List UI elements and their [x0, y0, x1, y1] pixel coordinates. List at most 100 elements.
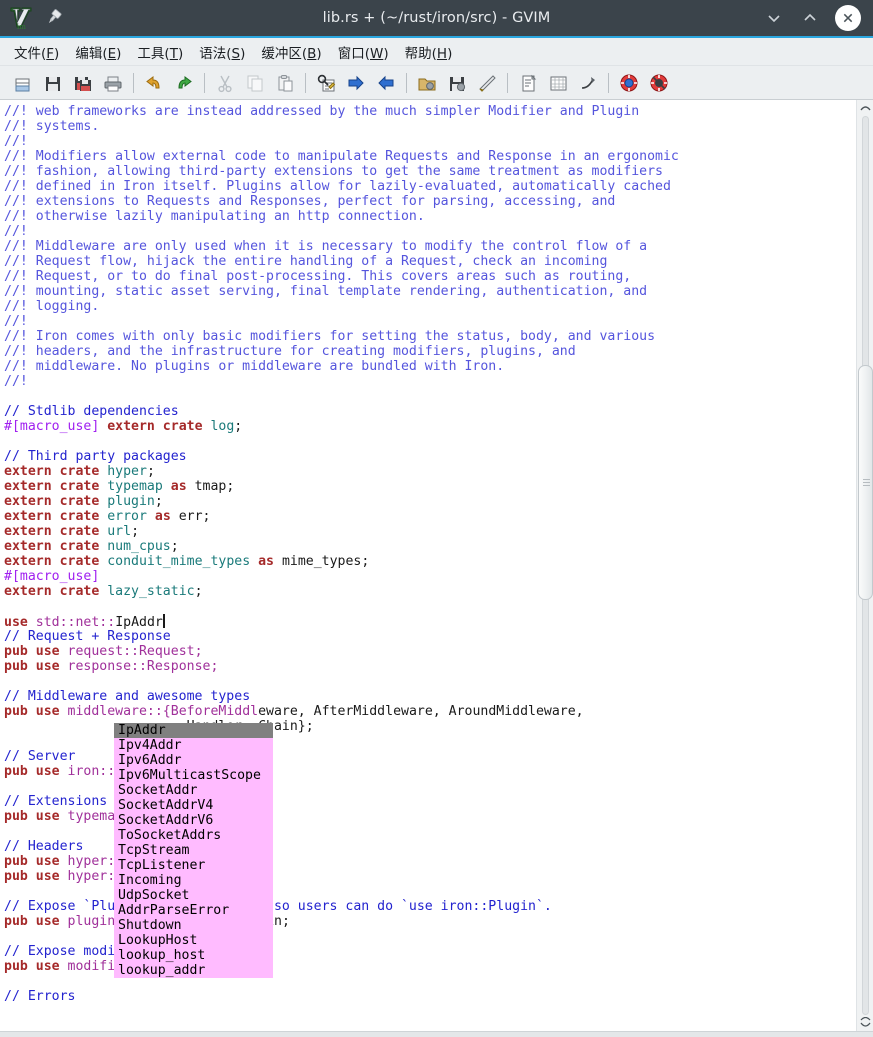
completion-item[interactable]: Incoming [114, 873, 273, 888]
code-token: ; [147, 464, 155, 479]
code-line: use std::net::IpAddr [4, 614, 856, 629]
code-line: //! defined in Iron itself. Plugins allo… [4, 179, 856, 194]
code-line [4, 434, 856, 449]
code-token: //! Request flow, hijack the entire hand… [4, 254, 607, 269]
save-all-icon[interactable] [68, 69, 98, 97]
completion-item[interactable]: SocketAddrV4 [114, 798, 273, 813]
help-icon[interactable] [614, 69, 644, 97]
code-token [250, 554, 258, 569]
menu-syntax[interactable]: 语法(S) [191, 39, 253, 65]
code-line: //! headers, and the infrastructure for … [4, 344, 856, 359]
run-icon[interactable] [573, 69, 603, 97]
code-line: //! Middleware are only used when it is … [4, 239, 856, 254]
maximize-button[interactable] [799, 7, 821, 29]
cut-icon[interactable] [210, 69, 240, 97]
save-session-icon[interactable] [442, 69, 472, 97]
code-line: extern crate conduit_mime_types as mime_… [4, 554, 856, 569]
vertical-scrollbar[interactable] [856, 100, 873, 1031]
completion-item[interactable]: Ipv6MulticastScope [114, 768, 273, 783]
completion-item[interactable]: AddrParseError [114, 903, 273, 918]
completion-item[interactable]: LookupHost [114, 933, 273, 948]
completion-item[interactable]: UdpSocket [114, 888, 273, 903]
completion-item[interactable]: Ipv6Addr [114, 753, 273, 768]
scrollbar-thumb[interactable] [858, 365, 873, 600]
completion-item[interactable]: lookup_addr [114, 963, 273, 978]
redo-icon[interactable] [169, 69, 199, 97]
code-token [60, 659, 68, 674]
find-replace-icon[interactable] [311, 69, 341, 97]
code-token: pub use [4, 644, 60, 659]
status-line: -- 全能补全 (^O^N^P) 匹配 1 / 17 [0, 1011, 856, 1031]
scroll-up-arrow-icon[interactable] [857, 100, 873, 116]
text-cursor [163, 614, 165, 628]
code-token: pub use [4, 659, 60, 674]
code-token: as [171, 479, 187, 494]
code-token: // Headers [4, 839, 83, 854]
undo-icon[interactable] [139, 69, 169, 97]
copy-icon[interactable] [240, 69, 270, 97]
completion-item[interactable]: Ipv4Addr [114, 738, 273, 753]
code-token: pub use [4, 869, 60, 884]
menu-window[interactable]: 窗口(W) [330, 39, 397, 65]
code-token: url [107, 524, 131, 539]
code-line: pub use middleware::{BeforeMiddleware, A… [4, 704, 856, 719]
code-token: nse::Response; [107, 659, 218, 674]
pin-icon[interactable] [44, 7, 66, 29]
code-token: //! Modifiers allow external code to man… [4, 149, 679, 164]
code-token: //! [4, 314, 28, 329]
scroll-down-arrow-icon[interactable] [857, 1015, 873, 1031]
omni-completion-popup[interactable]: IpAddrIpv4AddrIpv6AddrIpv6MulticastScope… [114, 723, 273, 978]
completion-item[interactable]: lookup_host [114, 948, 273, 963]
minimize-button[interactable] [763, 7, 785, 29]
completion-item[interactable]: SocketAddrV6 [114, 813, 273, 828]
menu-file[interactable]: 文件(F) [6, 39, 67, 65]
print-icon[interactable] [98, 69, 128, 97]
toolbar-separator [305, 73, 306, 93]
completion-item[interactable]: TcpStream [114, 843, 273, 858]
code-token: extern crate [4, 584, 99, 599]
code-token [60, 644, 68, 659]
code-token: //! [4, 374, 28, 389]
tag-forward-icon[interactable] [341, 69, 371, 97]
code-token: extern crate [4, 479, 99, 494]
code-token: hyper [68, 854, 108, 869]
code-token: tmap; [187, 479, 235, 494]
tag-back-icon[interactable] [371, 69, 401, 97]
close-button[interactable] [835, 5, 861, 31]
code-line: //! [4, 314, 856, 329]
code-line: extern crate num_cpus; [4, 539, 856, 554]
code-token: //! [4, 134, 28, 149]
code-line [4, 389, 856, 404]
text-buffer[interactable]: //! web frameworks are instead addressed… [0, 100, 856, 1031]
code-line: //! Request flow, hijack the entire hand… [4, 254, 856, 269]
completion-item[interactable]: IpAddr [114, 723, 273, 738]
menu-edit[interactable]: 编辑(E) [67, 39, 129, 65]
completion-item[interactable]: TcpListener [114, 858, 273, 873]
code-line: //! logging. [4, 299, 856, 314]
code-line: //! [4, 374, 856, 389]
save-icon[interactable] [38, 69, 68, 97]
menu-tools[interactable]: 工具(T) [129, 39, 191, 65]
paste-icon[interactable] [270, 69, 300, 97]
menu-help[interactable]: 帮助(H) [397, 39, 461, 65]
load-session-icon[interactable] [412, 69, 442, 97]
completion-item[interactable]: Shutdown [114, 918, 273, 933]
completion-item[interactable]: ToSocketAddrs [114, 828, 273, 843]
open-file-icon[interactable] [8, 69, 38, 97]
code-line: extern crate typemap as tmap; [4, 479, 856, 494]
shell-icon[interactable] [543, 69, 573, 97]
completion-item[interactable]: SocketAddr [114, 783, 273, 798]
code-line: //! otherwise lazily manipulating an htt… [4, 209, 856, 224]
code-line: extern crate lazy_static; [4, 584, 856, 599]
make-icon[interactable] [513, 69, 543, 97]
code-token [60, 914, 68, 929]
code-token [60, 809, 68, 824]
toolbar-separator [507, 73, 508, 93]
toolbar [0, 66, 873, 100]
vim-logo-icon: im [8, 5, 34, 31]
find-help-icon[interactable] [644, 69, 674, 97]
code-token: //! web frameworks are instead addressed… [4, 104, 639, 119]
code-line [4, 599, 856, 614]
menu-buffers[interactable]: 缓冲区(B) [253, 39, 329, 65]
run-script-icon[interactable] [472, 69, 502, 97]
